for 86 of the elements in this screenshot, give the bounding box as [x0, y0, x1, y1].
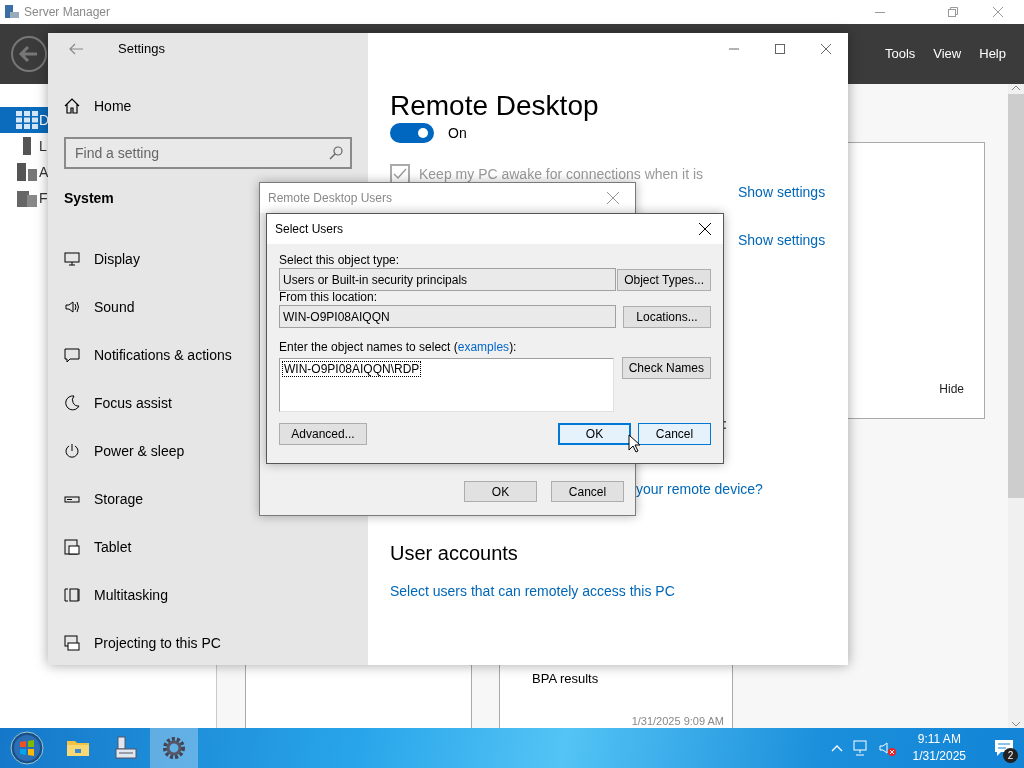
dialog-button[interactable]: OK: [464, 481, 537, 502]
taskbar-app[interactable]: [150, 728, 198, 768]
back-arrow-icon: [69, 43, 83, 55]
clock[interactable]: 9:11 AM 1/31/2025: [906, 731, 972, 765]
page-heading: Remote Desktop: [390, 89, 600, 123]
close-icon: [607, 192, 619, 204]
close-icon: [993, 7, 1003, 17]
window-title: Server Manager: [24, 4, 112, 21]
notification-badge: 2: [1003, 748, 1018, 763]
nav-item[interactable]: Multitasking: [64, 571, 352, 619]
examples-link[interactable]: examples: [457, 340, 510, 354]
projector-icon: [64, 635, 80, 651]
power-icon: [64, 443, 80, 459]
nav-label: F: [39, 188, 48, 208]
show-settings-link[interactable]: Show settings: [738, 184, 826, 200]
names-input[interactable]: WIN-O9PI08AIQQN\RDP: [279, 358, 614, 412]
server-manager-icon: [4, 4, 20, 20]
hide-link[interactable]: Hide: [939, 380, 964, 398]
scroll-up-icon: [1011, 84, 1021, 92]
nav-item[interactable]: A: [0, 159, 48, 185]
gear-icon: [161, 735, 187, 761]
message-icon: [64, 347, 80, 363]
notifications-button[interactable]: 2: [984, 728, 1024, 768]
field-label: Enter the object names to select (examples):: [279, 340, 518, 355]
menu-item[interactable]: Tools: [875, 44, 925, 64]
scrollbar[interactable]: [1008, 84, 1024, 728]
field-label: Select this object type:: [279, 253, 401, 268]
speaker-icon: [64, 299, 80, 315]
dialog-title: Select Users: [275, 221, 344, 238]
nav-item[interactable]: L: [0, 133, 48, 159]
show-settings-link[interactable]: Show settings: [738, 232, 826, 248]
tablet-icon: [64, 539, 80, 555]
dialog-button[interactable]: Locations...: [623, 306, 711, 328]
window-title: Settings: [118, 40, 165, 59]
select-users-link[interactable]: Select users that can remotely access this PC: [390, 583, 675, 599]
back-button[interactable]: [10, 35, 48, 73]
section-heading: User accounts: [390, 541, 519, 565]
folders-icon: [17, 189, 37, 207]
checkmark-icon: [393, 168, 407, 180]
home-icon: [64, 98, 80, 114]
dialog-button[interactable]: Cancel: [638, 423, 711, 445]
server-icon: [23, 137, 31, 155]
restore-icon: [948, 7, 958, 17]
tile-title: BPA results: [532, 670, 600, 688]
nav-label: D: [39, 110, 48, 130]
menu-item[interactable]: View: [924, 44, 971, 64]
dialog-title: Remote Desktop Users: [268, 190, 393, 207]
close-icon: [699, 223, 711, 235]
nav-item[interactable]: Projecting to this PC: [64, 619, 352, 667]
dialog-button[interactable]: Advanced...: [279, 423, 367, 445]
dialog-button[interactable]: Check Names: [621, 357, 711, 379]
nav-label: A: [39, 162, 48, 182]
close-icon: [821, 44, 831, 54]
field-label: From this location:: [279, 290, 379, 305]
scroll-thumb[interactable]: [1008, 94, 1024, 498]
minimize-icon: [875, 11, 885, 13]
start-orb-icon: [10, 731, 44, 765]
text-fragment: :: [723, 416, 727, 432]
toggle-switch[interactable]: [390, 123, 434, 143]
dialog-button[interactable]: Object Types...: [617, 269, 711, 291]
nav-item[interactable]: F: [0, 185, 48, 211]
tile-timestamp: 1/31/2025 9:09 AM: [630, 715, 725, 728]
windows-icon: [64, 587, 80, 603]
section-heading: System: [64, 189, 114, 208]
moon-icon: [64, 395, 80, 411]
search-field[interactable]: Find a setting: [64, 137, 352, 169]
scroll-down-icon: [1011, 720, 1021, 728]
menu-item[interactable]: Help: [970, 44, 1014, 64]
nav-label: L: [39, 136, 47, 156]
mouse-cursor-icon: [628, 434, 640, 453]
chevron-up-icon[interactable]: [830, 744, 843, 752]
toggle-label: On: [448, 123, 467, 143]
dialog-button[interactable]: OK: [558, 423, 631, 445]
remote-device-link[interactable]: your remote device?: [636, 481, 763, 497]
checkbox-label: Keep my PC awake for connections when it is: [419, 164, 704, 184]
search-icon: [329, 146, 343, 160]
servers-icon: [17, 163, 37, 181]
maximize-icon: [775, 44, 785, 54]
dashboard-icon: [16, 111, 38, 129]
nav-item[interactable]: Tablet: [64, 523, 352, 571]
dialog-button[interactable]: Cancel: [551, 481, 624, 502]
muted-speaker-icon[interactable]: [878, 740, 897, 756]
nav-item[interactable]: D: [0, 107, 48, 133]
home-link[interactable]: Home: [64, 90, 132, 122]
server-icon: [113, 735, 139, 761]
monitor-icon: [64, 251, 80, 267]
